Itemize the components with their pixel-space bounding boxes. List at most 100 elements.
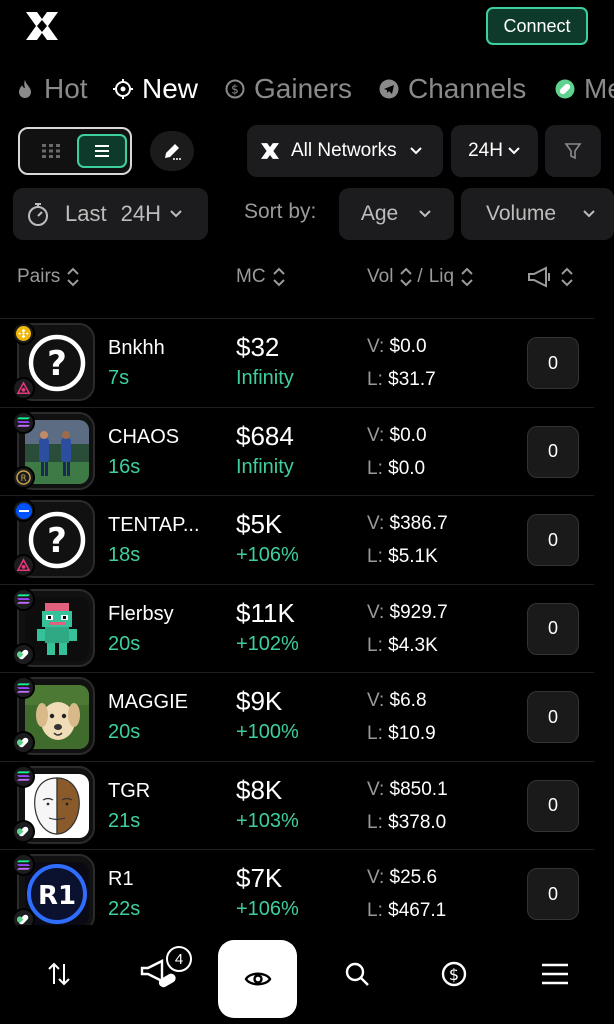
svg-text:?: ? (47, 521, 67, 561)
calls-count-button[interactable]: 0 (527, 602, 579, 655)
table-row[interactable]: TGR 21s $8K +103% V: $850.1 L: $378.0 0 (0, 760, 594, 850)
header-liq: Liq (428, 266, 455, 287)
header-vol: Vol (367, 266, 394, 287)
time-window-select[interactable]: Last 24H (13, 188, 208, 240)
calls-notification-badge: 4 (166, 946, 192, 972)
table-header: Pairs MC Vol / Liq (0, 262, 614, 296)
sort-volume-select[interactable]: Volume (461, 188, 614, 240)
sort-pairs[interactable]: Pairs (17, 266, 80, 288)
time-window-value: 24H (120, 201, 161, 226)
network-logo-icon (261, 143, 279, 159)
header-mc: MC (236, 266, 266, 287)
filter-button[interactable] (545, 125, 601, 177)
nav-menu[interactable] (525, 944, 585, 1004)
range-label: 24H (468, 140, 503, 161)
svg-text:?: ? (47, 344, 67, 384)
calls-count-button[interactable]: 0 (527, 868, 579, 920)
tab-gainers[interactable]: $ Gainers (224, 66, 352, 112)
nav-swap[interactable] (29, 944, 89, 1004)
pair-name: MAGGIE (108, 691, 189, 713)
sort-icon (561, 267, 573, 287)
volume-amount: $6.8 (389, 690, 427, 711)
nav-search[interactable] (327, 944, 387, 1004)
table-row[interactable]: ? TENTAP... 18s $5K +106% V: $386.7 L: $… (0, 495, 594, 584)
pair-name: R1 (108, 868, 134, 890)
connect-button[interactable]: Connect (486, 7, 588, 45)
calls-count-button[interactable]: 0 (527, 514, 579, 566)
sort-vol-liq[interactable]: Vol / Liq (367, 266, 474, 288)
price-change: Infinity (236, 367, 294, 389)
volume-amount: $25.6 (389, 867, 438, 888)
range-select[interactable]: 24H (451, 125, 538, 177)
table-row[interactable]: Flerbsy 20s $11K +102% V: $929.7 L: $4.3… (0, 583, 594, 673)
volume-value: V: $0.0 (367, 336, 427, 358)
tab-label: Hot (44, 73, 88, 104)
chain-badge-icon (12, 853, 35, 876)
tab-label: New (142, 73, 199, 104)
swap-arrows-icon (48, 962, 70, 986)
pair-name: Flerbsy (108, 602, 174, 625)
chain-badge-icon (12, 676, 35, 699)
pill-icon (554, 78, 576, 100)
tab-me[interactable]: Me (554, 66, 614, 112)
tab-channels[interactable]: Channels (378, 66, 526, 112)
sort-age-select[interactable]: Age (339, 188, 454, 240)
pair-name: Bnkhh (108, 337, 165, 359)
grid-view-button[interactable] (28, 136, 74, 166)
tab-label: Gainers (254, 73, 353, 104)
megaphone-icon (528, 266, 550, 288)
calls-count-button[interactable]: 0 (527, 779, 579, 832)
calls-count-button[interactable]: 0 (527, 691, 579, 743)
volume-amount: $0.0 (389, 336, 427, 357)
r1-logo-text: R1 (38, 881, 76, 911)
telegram-icon (378, 78, 400, 100)
price-change: +100% (236, 721, 299, 743)
calls-count-button[interactable]: 0 (527, 425, 579, 478)
chain-badge-icon (12, 587, 35, 611)
liquidity-value: L: $10.9 (367, 723, 436, 745)
nav-earn[interactable]: $ (424, 944, 484, 1004)
dex-badge-icon: R (12, 465, 35, 489)
hamburger-menu-icon (542, 963, 568, 985)
sort-icon (461, 267, 473, 287)
search-icon (345, 962, 369, 986)
dex-badge-icon (12, 377, 35, 400)
chevron-down-icon (583, 210, 595, 218)
app-logo[interactable] (24, 10, 60, 42)
svg-text:$: $ (231, 83, 239, 97)
calls-count-button[interactable]: 0 (527, 337, 579, 389)
network-label: All Networks (291, 140, 397, 161)
table-row[interactable]: R1 R1 22s $7K +106% V: $25.6 L: $467.1 0 (0, 849, 594, 925)
liquidity-amount: $31.7 (388, 369, 436, 390)
table-row[interactable]: R CHAOS 16s $684 Infinity V: $0.0 L: $0.… (0, 406, 594, 496)
network-select[interactable]: All Networks (247, 125, 443, 177)
customize-button[interactable] (150, 131, 194, 171)
volume-value: V: $929.7 (367, 602, 448, 624)
liquidity-label: L: (367, 634, 383, 656)
nav-watch[interactable] (218, 940, 297, 1018)
dollar-icon: $ (441, 961, 467, 987)
table-row[interactable]: MAGGIE 20s $9K +100% V: $6.8 L: $10.9 0 (0, 672, 594, 761)
liquidity-label: L: (367, 811, 383, 833)
tab-new[interactable]: New (112, 66, 198, 112)
price-change: +103% (236, 809, 299, 832)
table-row[interactable]: ? Bnkhh 7s $32 Infinity V: $0.0 L: $31.7… (0, 318, 594, 407)
chevron-down-icon (419, 210, 431, 218)
top-bar: Connect (0, 0, 614, 56)
sort-mc[interactable]: MC (236, 266, 286, 288)
volume-label: V: (367, 513, 385, 534)
market-cap: $8K (236, 774, 283, 805)
sort-calls[interactable] (526, 266, 574, 288)
volume-label: V: (367, 690, 385, 711)
liquidity-label: L: (367, 457, 383, 479)
eye-icon (244, 972, 271, 986)
pair-age: 22s (108, 898, 141, 920)
tab-hot[interactable]: Hot (14, 66, 88, 112)
market-cap: $684 (236, 420, 294, 451)
list-view-button[interactable] (77, 134, 127, 168)
volume-amount: $386.7 (389, 513, 448, 534)
dex-badge-icon (12, 731, 35, 754)
volume-value: V: $0.0 (367, 425, 427, 447)
price-change: Infinity (236, 455, 294, 478)
list-icon (95, 145, 109, 157)
